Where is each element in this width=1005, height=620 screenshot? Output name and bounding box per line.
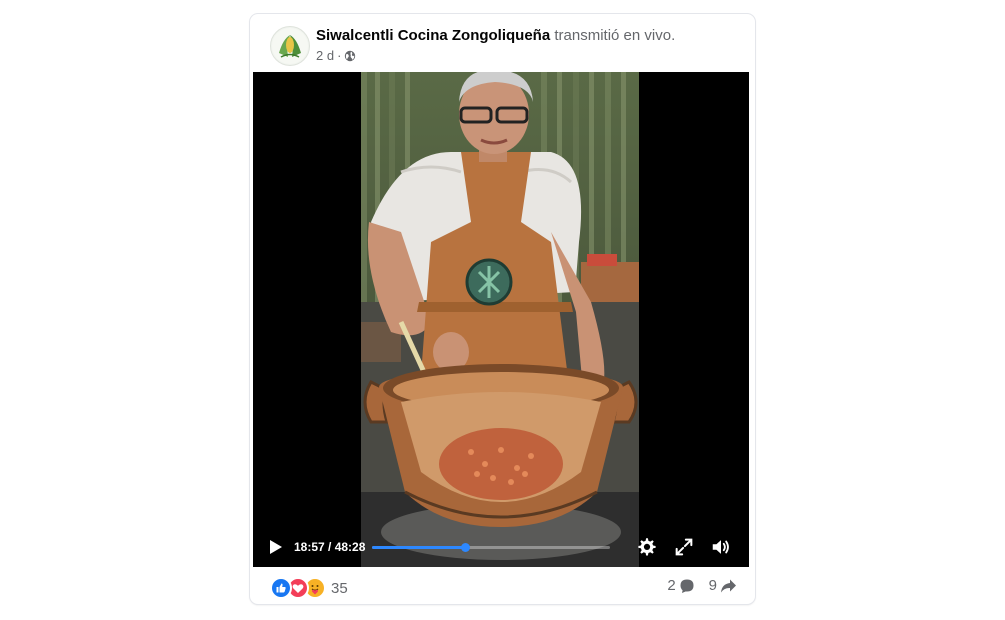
- video-progress-bar[interactable]: [372, 543, 610, 552]
- reactions-summary[interactable]: 35: [270, 577, 348, 599]
- fullscreen-icon[interactable]: [673, 536, 695, 558]
- play-icon[interactable]: [268, 539, 284, 555]
- share-icon: [721, 579, 736, 592]
- post-meta: 2 d ·: [316, 48, 356, 63]
- post-header: Siwalcentli Cocina Zongoliqueña transmit…: [250, 14, 755, 72]
- page-name-link[interactable]: Siwalcentli Cocina Zongoliqueña: [316, 27, 550, 44]
- post-stats: 2 9: [667, 577, 737, 594]
- page-avatar[interactable]: [270, 26, 310, 66]
- video-controls: 18:57 / 48:28: [253, 527, 749, 567]
- post-footer: 35 2 9: [250, 567, 755, 604]
- globe-icon[interactable]: [344, 50, 356, 62]
- post-timestamp[interactable]: 2 d: [316, 48, 334, 63]
- comment-count-link[interactable]: 2: [667, 577, 694, 594]
- volume-icon[interactable]: [710, 536, 732, 558]
- share-count: 9: [708, 577, 717, 594]
- share-count-link[interactable]: 9: [709, 577, 737, 594]
- like-icon: [270, 577, 292, 599]
- video-thumbnail-image: [361, 72, 639, 567]
- live-video-player[interactable]: 18:57 / 48:28: [253, 72, 749, 567]
- meta-separator: ·: [337, 48, 342, 63]
- post-action-text: transmitió en vivo.: [554, 27, 676, 44]
- reaction-count[interactable]: 35: [331, 580, 348, 597]
- gear-icon[interactable]: [636, 536, 658, 558]
- video-time: 18:57 / 48:28: [294, 540, 366, 554]
- video-frame: [361, 72, 639, 567]
- video-progress-fill: [372, 546, 465, 549]
- corn-logo-icon: [272, 28, 308, 64]
- post-title-line: Siwalcentli Cocina Zongoliqueña transmit…: [316, 27, 675, 44]
- video-progress-thumb[interactable]: [460, 543, 470, 552]
- comment-icon: [680, 579, 694, 593]
- post-card: Siwalcentli Cocina Zongoliqueña transmit…: [250, 14, 755, 604]
- comment-count: 2: [667, 577, 676, 594]
